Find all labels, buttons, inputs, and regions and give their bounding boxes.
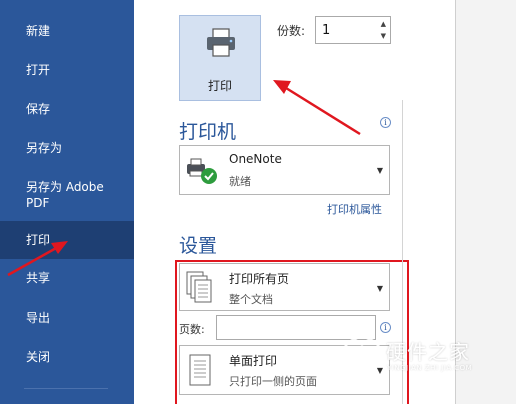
chevron-down-icon: ▼ bbox=[376, 166, 383, 175]
spin-up-icon[interactable]: ▲ bbox=[381, 20, 386, 28]
printer-status: 就绪 bbox=[229, 175, 251, 188]
sidebar-item-label-line2: PDF bbox=[26, 196, 50, 210]
all-pages-icon bbox=[186, 271, 212, 303]
settings-section-title: 设置 bbox=[179, 235, 218, 257]
sidebar-item-save-as[interactable]: 另存为 bbox=[0, 140, 134, 156]
sidebar-item-share[interactable]: 共享 bbox=[0, 270, 134, 286]
print-range-select[interactable]: 打印所有页 整个文档 ▼ bbox=[179, 263, 390, 311]
info-icon[interactable]: i bbox=[380, 322, 391, 333]
watermark-logo-icon bbox=[344, 333, 380, 375]
sidebar-item-save[interactable]: 保存 bbox=[0, 101, 134, 117]
info-icon[interactable]: i bbox=[380, 117, 391, 128]
print-button[interactable]: 打印 bbox=[179, 15, 261, 101]
sidebar-item-close[interactable]: 关闭 bbox=[0, 349, 134, 365]
print-range-title: 打印所有页 bbox=[229, 272, 290, 286]
watermark-text: 硬件之家 bbox=[386, 340, 470, 364]
chevron-down-icon: ▼ bbox=[376, 284, 383, 293]
print-button-label: 打印 bbox=[207, 79, 232, 93]
onenote-printer-icon bbox=[187, 158, 217, 184]
print-sides-subtitle: 只打印一侧的页面 bbox=[229, 375, 317, 388]
spin-down-icon[interactable]: ▼ bbox=[381, 32, 386, 40]
print-pane: 打印 份数: 1 ▲ ▼ 打印机 i OneNote 就绪 ▼ 打印机属性 设置 bbox=[134, 0, 516, 404]
sidebar-item-new[interactable]: 新建 bbox=[0, 23, 134, 39]
sidebar-item-print[interactable]: 打印 bbox=[0, 221, 134, 259]
watermark-subtext: YINGJIAN ZHI JIA.COM bbox=[387, 364, 473, 372]
printer-icon bbox=[207, 28, 235, 57]
printer-properties-link[interactable]: 打印机属性 bbox=[327, 201, 382, 217]
print-range-subtitle: 整个文档 bbox=[229, 293, 273, 306]
sidebar-item-open[interactable]: 打开 bbox=[0, 62, 134, 78]
printer-section-title: 打印机 bbox=[179, 121, 237, 143]
sidebar-item-save-as-adobe-pdf[interactable]: 另存为 Adobe PDF bbox=[0, 179, 134, 211]
backstage-sidebar: 新建 打开 保存 另存为 另存为 Adobe PDF 打印 共享 导出 关闭 bbox=[0, 0, 134, 404]
copies-stepper[interactable]: 1 ▲ ▼ bbox=[315, 16, 391, 44]
pages-label: 页数: bbox=[179, 323, 205, 336]
printer-name: OneNote bbox=[229, 152, 282, 166]
copies-value: 1 bbox=[322, 23, 331, 38]
sidebar-item-export[interactable]: 导出 bbox=[0, 310, 134, 326]
sidebar-divider bbox=[24, 388, 108, 389]
print-sides-title: 单面打印 bbox=[229, 354, 278, 368]
copies-label: 份数: bbox=[277, 24, 306, 38]
sidebar-item-label-line1: 另存为 Adobe bbox=[26, 180, 104, 194]
printer-select[interactable]: OneNote 就绪 ▼ bbox=[179, 145, 390, 195]
single-sided-icon bbox=[189, 354, 211, 386]
